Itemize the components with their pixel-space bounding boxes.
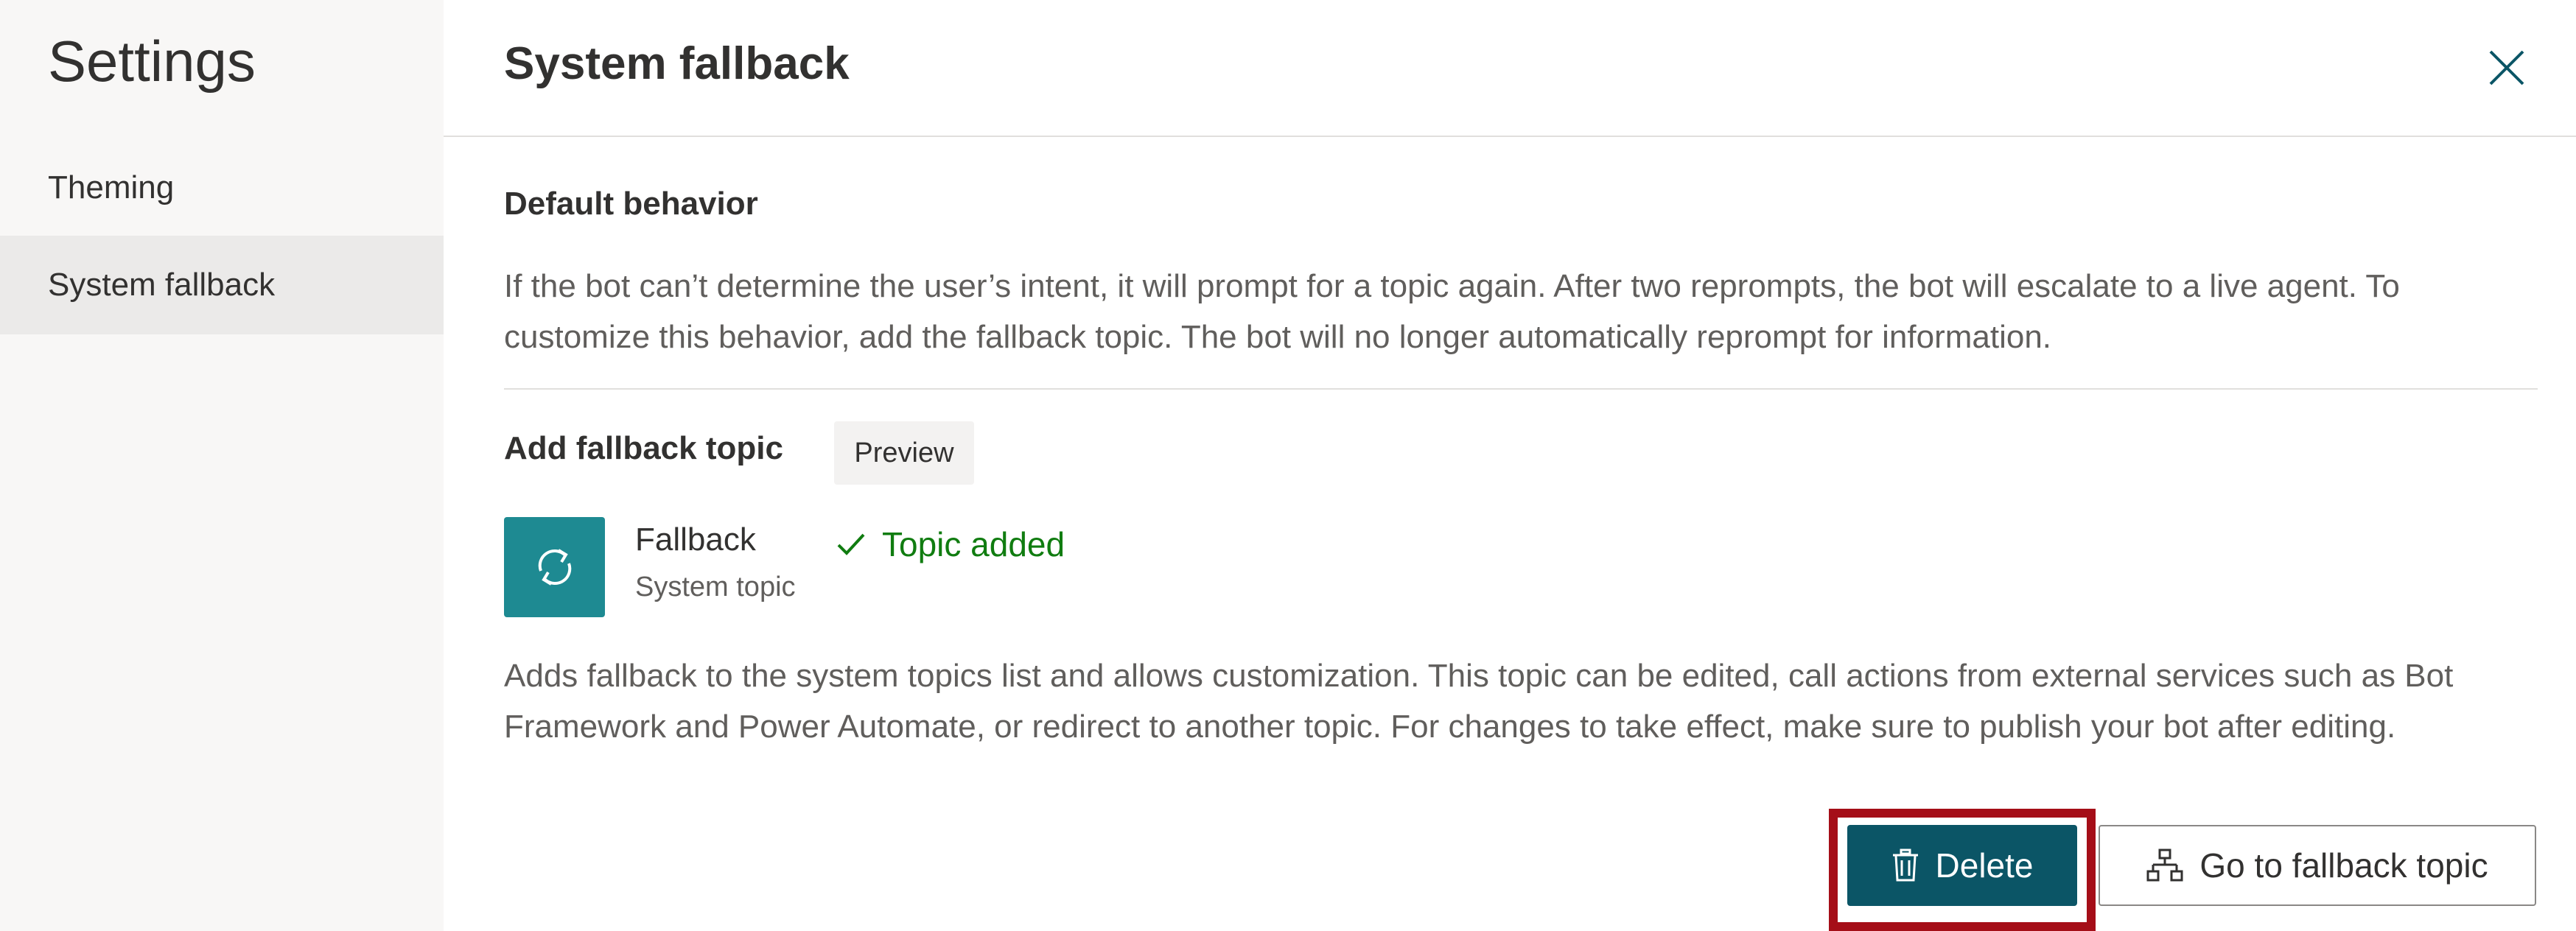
go-to-fallback-topic-label: Go to fallback topic	[2199, 846, 2488, 885]
section-divider	[504, 388, 2538, 390]
default-behavior-heading: Default behavior	[504, 186, 758, 222]
fallback-topic-tile	[504, 517, 605, 617]
sidebar-item-theming[interactable]: Theming	[0, 138, 444, 237]
refresh-loop-icon	[538, 549, 571, 586]
page-title: System fallback	[504, 38, 850, 89]
delete-button-label: Delete	[1935, 846, 2034, 885]
go-to-fallback-topic-button[interactable]: Go to fallback topic	[2099, 825, 2536, 906]
checkmark-icon	[837, 533, 865, 555]
topic-type: System topic	[635, 572, 796, 602]
preview-badge: Preview	[834, 421, 974, 485]
sidebar-item-label: System fallback	[48, 267, 276, 303]
sidebar-title: Settings	[48, 29, 256, 94]
hierarchy-icon	[2146, 849, 2183, 882]
default-behavior-description: If the bot can’t determine the user’s in…	[504, 268, 2400, 355]
close-icon	[2489, 50, 2524, 85]
panel-header: System fallback	[444, 0, 2576, 137]
settings-sidebar: Settings Theming System fallback	[0, 0, 444, 931]
close-button[interactable]	[2480, 41, 2533, 94]
topic-added-status: Topic added	[836, 524, 1065, 564]
fallback-topic-description: Adds fallback to the system topics list …	[504, 658, 2454, 745]
add-fallback-topic-heading: Add fallback topic	[504, 430, 783, 466]
sidebar-item-label: Theming	[48, 169, 175, 205]
delete-button[interactable]: Delete	[1847, 825, 2077, 906]
status-text: Topic added	[882, 525, 1065, 563]
topic-name: Fallback	[635, 521, 756, 558]
sidebar-item-system-fallback[interactable]: System fallback	[0, 236, 444, 334]
trash-icon	[1892, 849, 1918, 882]
